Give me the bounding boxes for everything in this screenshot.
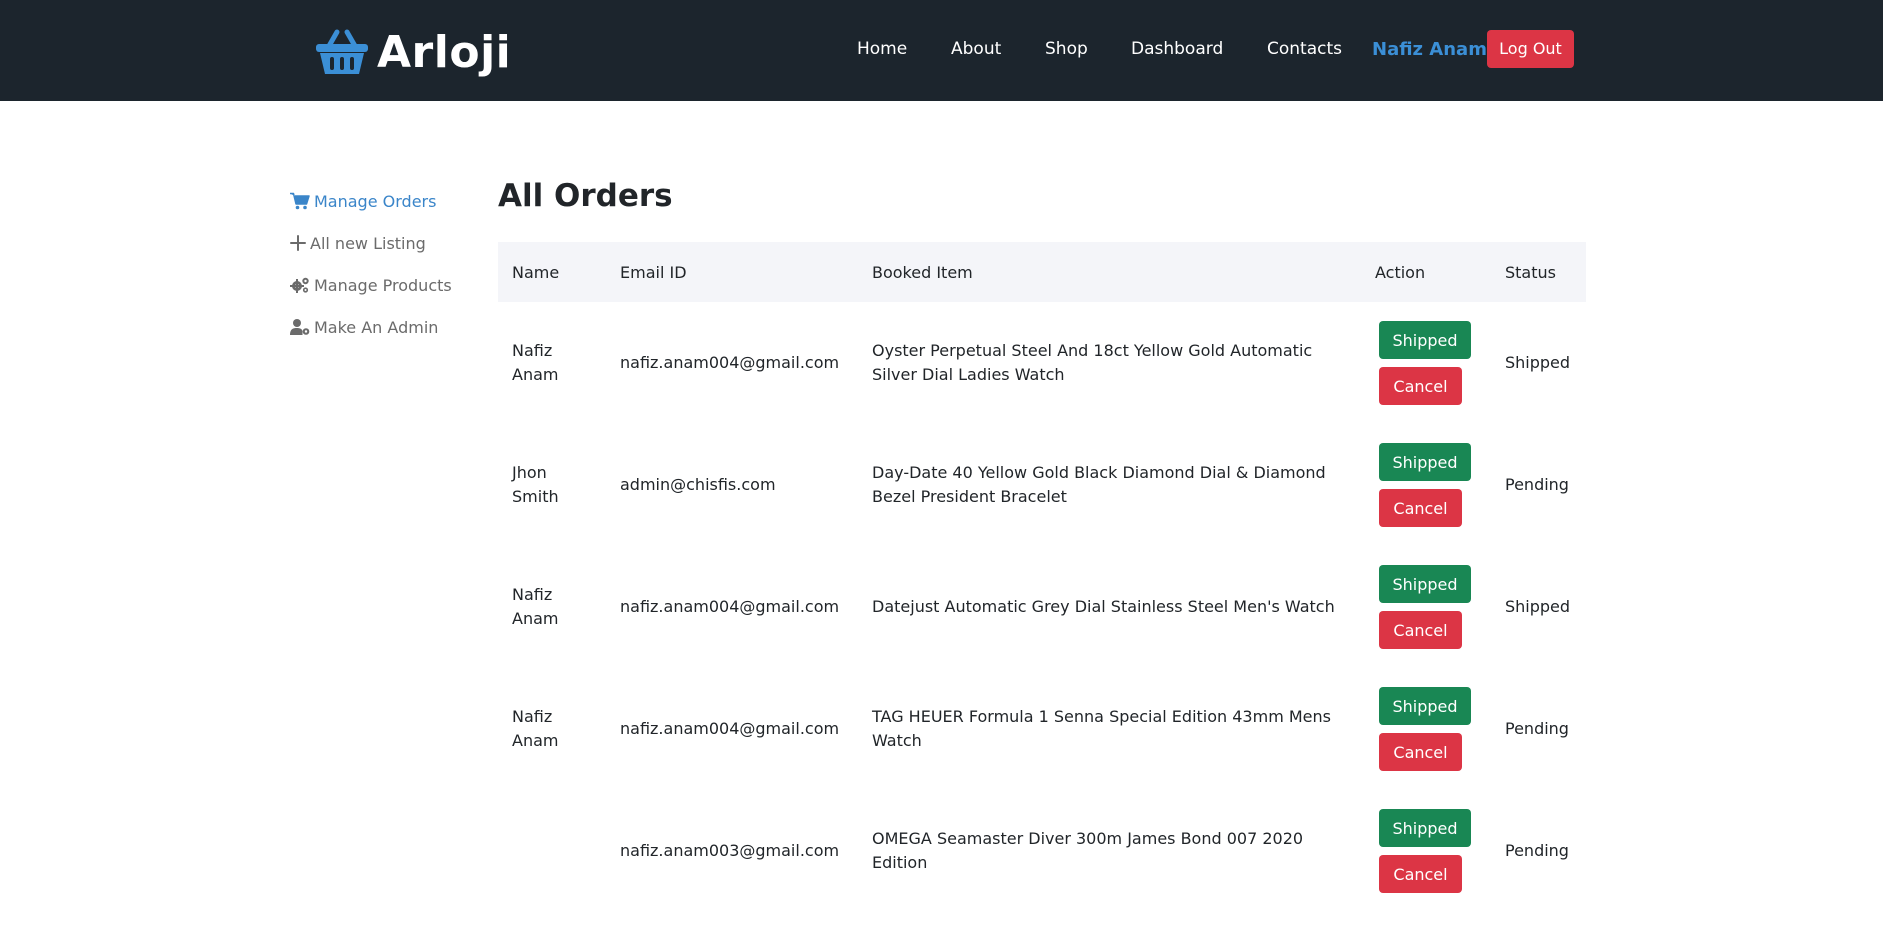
table-row: nafiz.anam003@gmail.com OMEGA Seamaster … [498,790,1586,912]
table-row: Nafiz Anam nafiz.anam004@gmail.com TAG H… [498,668,1586,790]
order-email: nafiz.anam004@gmail.com [620,353,840,372]
column-header-name: Name [512,262,560,282]
cancel-button[interactable]: Cancel [1379,733,1462,771]
shipped-button[interactable]: Shipped [1379,687,1471,725]
shipped-button[interactable]: Shipped [1379,809,1471,847]
column-header-email: Email ID [620,262,687,282]
column-header-booked-item: Booked Item [872,262,973,282]
nav-home[interactable]: Home [857,30,907,70]
sidebar-item-label: Manage Products [314,275,452,295]
order-item: TAG HEUER Formula 1 Senna Special Editio… [872,707,1331,750]
cancel-button[interactable]: Cancel [1379,367,1462,405]
sidebar-item-manage-orders[interactable]: Manage Orders [290,186,480,216]
order-actions: Shipped Cancel [1361,302,1491,424]
column-header-action: Action [1375,262,1426,282]
sidebar-item-make-an-admin[interactable]: Make An Admin [290,312,480,342]
gears-icon [290,277,309,293]
page-title: All Orders [498,178,673,214]
sidebar-item-all-new-listing[interactable]: All new Listing [290,228,480,258]
column-header-status: Status [1505,262,1556,282]
order-name: Nafiz Anam [512,341,559,384]
shipped-button[interactable]: Shipped [1379,321,1471,359]
order-item: Day-Date 40 Yellow Gold Black Diamond Di… [872,463,1326,506]
orders-table: Name Email ID Booked Item Action Status … [498,242,1586,912]
sidebar-item-label: All new Listing [310,233,426,253]
order-name [498,790,606,912]
order-actions: Shipped Cancel [1361,546,1491,668]
order-name: Nafiz Anam [512,585,559,628]
table-row: Nafiz Anam nafiz.anam004@gmail.com Oyste… [498,302,1586,424]
cancel-button[interactable]: Cancel [1379,489,1462,527]
order-status: Shipped [1505,353,1571,372]
shipped-button[interactable]: Shipped [1379,443,1471,481]
order-actions: Shipped Cancel [1361,790,1491,912]
top-navbar: Arloji Home About Shop Dashboard Contact… [0,0,1883,101]
order-name: Nafiz Anam [512,707,559,750]
main-nav: Home About Shop Dashboard Contacts Nafiz… [0,30,1883,70]
nav-shop[interactable]: Shop [1045,30,1088,70]
nav-dashboard[interactable]: Dashboard [1131,30,1223,70]
order-item: Oyster Perpetual Steel And 18ct Yellow G… [872,341,1313,384]
order-email: nafiz.anam003@gmail.com [620,841,840,860]
order-email: nafiz.anam004@gmail.com [620,597,840,616]
order-item: Datejust Automatic Grey Dial Stainless S… [872,597,1335,616]
order-actions: Shipped Cancel [1361,424,1491,546]
order-status: Pending [1505,475,1569,494]
plus-icon [290,235,306,251]
order-email: nafiz.anam004@gmail.com [620,719,840,738]
user-gear-icon [290,319,310,335]
order-name: Jhon Smith [512,463,559,506]
table-row: Jhon Smith admin@chisfis.com Day-Date 40… [498,424,1586,546]
cancel-button[interactable]: Cancel [1379,855,1462,893]
order-status: Shipped [1505,597,1571,616]
table-header-row: Name Email ID Booked Item Action Status [498,242,1586,302]
nav-about[interactable]: About [951,30,1001,70]
table-row: Nafiz Anam nafiz.anam004@gmail.com Datej… [498,546,1586,668]
sidebar-item-manage-products[interactable]: Manage Products [290,270,480,300]
shipped-button[interactable]: Shipped [1379,565,1471,603]
cancel-button[interactable]: Cancel [1379,611,1462,649]
sidebar-item-label: Manage Orders [314,191,437,211]
user-name: Nafiz Anam [1372,39,1487,60]
shopping-cart-icon [290,192,310,210]
sidebar: Manage Orders All new Listing Manage Pro… [290,186,480,354]
order-actions: Shipped Cancel [1361,668,1491,790]
nav-contacts[interactable]: Contacts [1267,30,1342,70]
sidebar-item-label: Make An Admin [314,317,439,337]
logout-button[interactable]: Log Out [1487,30,1574,68]
order-email: admin@chisfis.com [620,475,776,494]
order-status: Pending [1505,841,1569,860]
order-item: OMEGA Seamaster Diver 300m James Bond 00… [872,829,1304,872]
order-status: Pending [1505,719,1569,738]
